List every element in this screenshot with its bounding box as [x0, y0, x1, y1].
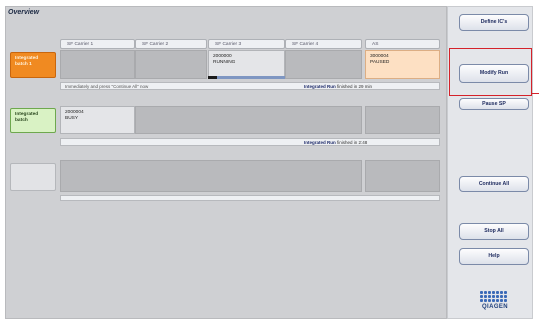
help-button[interactable]: Help: [459, 248, 529, 265]
slot-status: BUSY: [65, 115, 79, 121]
screen: Overview SF Carrier 1 SF Carrier 2 SF Ca…: [0, 0, 539, 323]
status-bar-batch1: Immediately and press "Continue All" now…: [60, 82, 440, 90]
batch-label-integrated-1[interactable]: Integrated batch 1: [10, 52, 56, 78]
slot-sf2-4-batch2[interactable]: [135, 106, 362, 134]
column-header-sf-carrier-3: SF Carrier 3: [208, 39, 285, 49]
status-run-info: Integrated Run finished in 2:48: [304, 139, 367, 146]
status-run-value: finished in 2:48: [337, 140, 368, 145]
slot-id: 2000000: [213, 54, 232, 59]
status-bar-batch2: Integrated Run finished in 2:48: [60, 138, 440, 146]
batch-label-line2: batch: [15, 118, 28, 123]
progress-bar-batch1: [208, 76, 285, 79]
status-bar-batch3: [60, 195, 440, 201]
define-ics-button[interactable]: Define IC's: [459, 14, 529, 31]
batch-label-integrated-2[interactable]: Integrated batch: [10, 108, 56, 133]
status-run-value: finished in 29 min: [337, 84, 373, 89]
slot-status: RUNNING: [213, 59, 236, 65]
pause-sp-button[interactable]: Pause SP: [459, 98, 529, 110]
slot-sf2-batch1[interactable]: [135, 50, 207, 79]
batch-label-line2: batch 1: [15, 62, 32, 67]
slot-id: 2000004: [65, 110, 84, 115]
slot-sf1-4-batch3[interactable]: [60, 160, 362, 192]
slot-sf4-batch1[interactable]: [285, 50, 362, 79]
status-run-info: Integrated Run finished in 29 min: [304, 83, 372, 90]
highlight-callout-line: [531, 93, 539, 94]
qiagen-logo: QIAGEN: [474, 291, 516, 317]
slot-as-batch1[interactable]: 3000004 PAUSED: [365, 50, 440, 79]
highlight-box: [449, 48, 532, 96]
column-header-sf-carrier-2: SF Carrier 2: [135, 39, 207, 49]
slot-as-batch2[interactable]: [365, 106, 440, 134]
stop-all-button[interactable]: Stop All: [459, 223, 529, 240]
logo-dots-icon: [480, 291, 516, 302]
slot-id: 3000004: [370, 54, 389, 59]
slot-sf1-batch1[interactable]: [60, 50, 135, 79]
logo-text: QIAGEN: [481, 304, 509, 310]
status-run-label: Integrated Run: [304, 140, 336, 145]
slot-sf3-batch1[interactable]: 2000000 RUNNING: [208, 50, 285, 79]
column-header-as: AS: [365, 39, 440, 49]
slot-status: PAUSED: [370, 59, 390, 65]
status-run-label: Integrated Run: [304, 84, 336, 89]
batch-label-empty[interactable]: [10, 163, 56, 191]
status-message: Immediately and press "Continue All" now: [65, 84, 149, 89]
continue-all-button[interactable]: Continue All: [459, 176, 529, 192]
page-title: Overview: [8, 9, 40, 16]
slot-sf1-batch2[interactable]: 2000004 BUSY: [60, 106, 135, 134]
column-header-sf-carrier-4: SF Carrier 4: [285, 39, 362, 49]
slot-as-batch3[interactable]: [365, 160, 440, 192]
column-header-sf-carrier-1: SF Carrier 1: [60, 39, 135, 49]
progress-bar-fill: [208, 76, 218, 79]
